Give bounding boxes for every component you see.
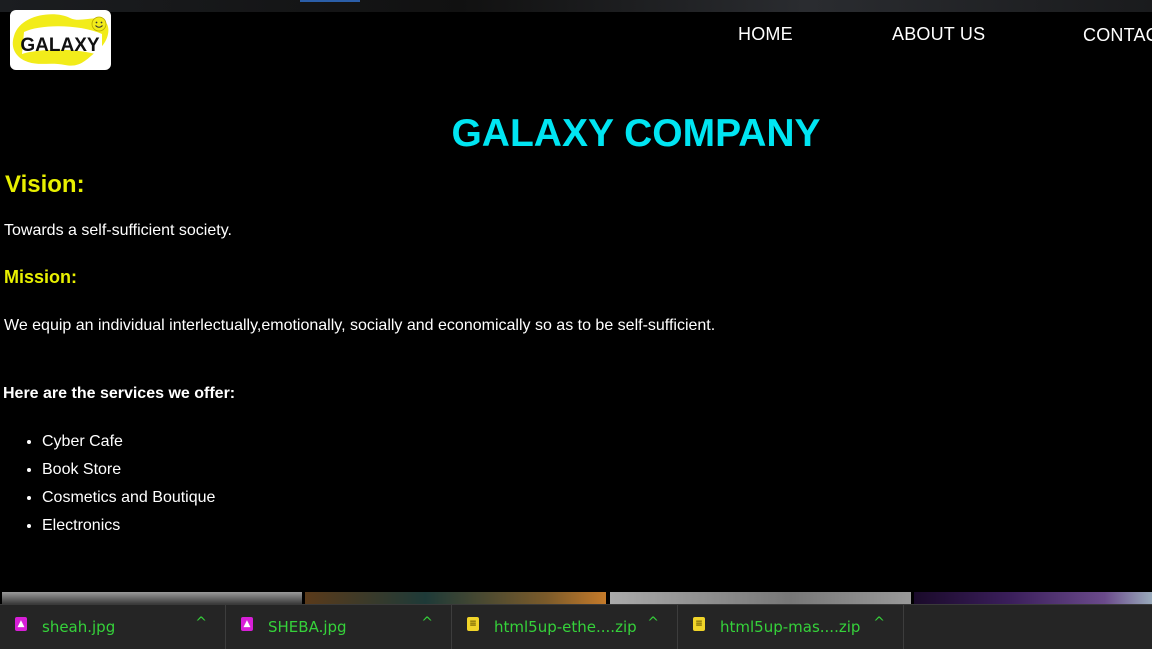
- chevron-up-icon[interactable]: ^: [873, 615, 885, 631]
- mission-heading: Mission:: [4, 267, 78, 287]
- downloads-bar: ▲ sheah.jpg ^ ▲ SHEBA.jpg ^ ≡ html5up-et…: [0, 604, 1152, 649]
- list-item: Cosmetics and Boutique: [42, 488, 215, 516]
- nav-home-link[interactable]: HOME: [738, 24, 793, 45]
- chevron-up-icon[interactable]: ^: [647, 615, 659, 631]
- image-file-icon: ▲: [15, 617, 27, 631]
- svg-text:GALAXY: GALAXY: [20, 35, 100, 56]
- vision-text: Towards a self-sufficient society.: [4, 222, 232, 239]
- download-item[interactable]: ▲ SHEBA.jpg ^: [226, 605, 452, 649]
- zip-file-icon: ≡: [693, 617, 705, 631]
- zip-file-icon: ≡: [467, 617, 479, 631]
- nav-about-link[interactable]: ABOUT US: [892, 24, 985, 45]
- download-filename: html5up-mas....zip: [720, 618, 861, 636]
- progress-line: [300, 0, 360, 2]
- services-list: Cyber Cafe Book Store Cosmetics and Bout…: [3, 432, 215, 544]
- vision-heading: Vision:: [5, 171, 85, 198]
- page-title: GALAXY COMPANY: [451, 112, 821, 155]
- chevron-up-icon[interactable]: ^: [421, 615, 433, 631]
- nav-contact-link[interactable]: CONTACT: [1083, 25, 1152, 46]
- gallery-image[interactable]: [2, 592, 302, 604]
- smiley-logo-icon: GALAXY: [12, 14, 109, 66]
- download-item[interactable]: ≡ html5up-ethe....zip ^: [452, 605, 678, 649]
- download-filename: sheah.jpg: [42, 618, 116, 636]
- gallery-strip: [0, 592, 1152, 604]
- image-file-icon: ▲: [241, 617, 253, 631]
- services-heading: Here are the services we offer:: [3, 385, 236, 402]
- browser-top-strip: [0, 0, 1152, 12]
- gallery-image[interactable]: [914, 592, 1152, 604]
- list-item: Cyber Cafe: [42, 432, 215, 460]
- download-item[interactable]: ≡ html5up-mas....zip ^: [678, 605, 904, 649]
- gallery-image[interactable]: [610, 592, 911, 604]
- gallery-image[interactable]: [305, 592, 606, 604]
- galaxy-logo[interactable]: GALAXY: [10, 10, 111, 70]
- list-item: Electronics: [42, 516, 215, 544]
- download-filename: SHEBA.jpg: [268, 618, 347, 636]
- download-item[interactable]: ▲ sheah.jpg ^: [0, 605, 226, 649]
- list-item: Book Store: [42, 460, 215, 488]
- download-filename: html5up-ethe....zip: [494, 618, 637, 636]
- mission-text: We equip an individual interlectually,em…: [4, 317, 716, 334]
- chevron-up-icon[interactable]: ^: [195, 615, 207, 631]
